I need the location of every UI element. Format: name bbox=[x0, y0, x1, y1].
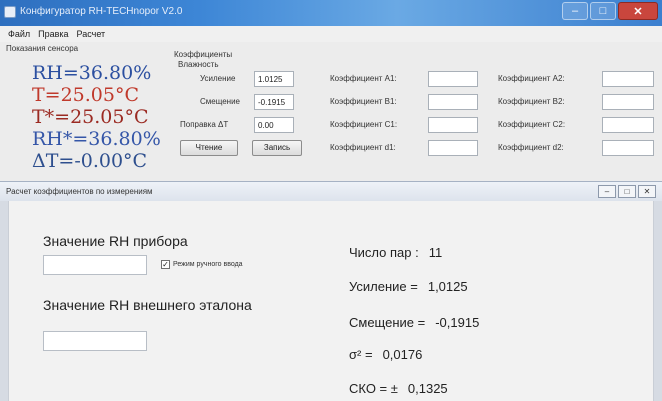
device-rh-label: Значение RH прибора bbox=[43, 233, 188, 249]
c1-field[interactable] bbox=[428, 117, 478, 133]
dt-correction-field[interactable]: 0.00 bbox=[254, 117, 294, 133]
device-rh-input[interactable] bbox=[43, 255, 147, 275]
manual-mode-check-box[interactable]: ✓ bbox=[161, 260, 170, 269]
b1-field[interactable] bbox=[428, 94, 478, 110]
child-close-button[interactable]: ✕ bbox=[638, 185, 656, 198]
d1-label: Коэффициент d1: bbox=[330, 143, 396, 152]
offset-label: Смещение bbox=[200, 97, 241, 106]
sko-result-value: 0,1325 bbox=[407, 381, 448, 396]
a2-label: Коэффициент A2: bbox=[498, 74, 565, 83]
read-button[interactable]: Чтение bbox=[180, 140, 238, 156]
gain-field[interactable]: 1.0125 bbox=[254, 71, 294, 87]
child-window-title: Расчет коэффициентов по измерениям bbox=[6, 187, 153, 196]
manual-mode-label: Режим ручного ввода bbox=[173, 261, 243, 268]
b2-label: Коэффициент B2: bbox=[498, 97, 565, 106]
child-minimize-button[interactable]: – bbox=[598, 185, 616, 198]
offset-field[interactable]: -0.1915 bbox=[254, 94, 294, 110]
gain-result-label: Усиление = bbox=[349, 279, 418, 294]
sko-result: СКО = ± 0,1325 bbox=[349, 381, 448, 396]
offset-result-label: Смещение = bbox=[349, 315, 426, 330]
window-title: Конфигуратор RH-TECHnopor V2.0 bbox=[20, 6, 183, 17]
title-bar: Конфигуратор RH-TECHnopor V2.0 – □ ✕ bbox=[0, 0, 662, 26]
reading-rh-star: RH*=36.80% bbox=[32, 128, 161, 150]
child-window-controls: – □ ✕ bbox=[598, 185, 656, 198]
b1-label: Коэффициент B1: bbox=[330, 97, 397, 106]
sko-result-label: СКО = ± bbox=[349, 381, 398, 396]
sigma-result: σ² = 0,0176 bbox=[349, 347, 422, 362]
pairs-count: Число пар : 11 bbox=[349, 245, 442, 260]
menu-bar: Файл Правка Расчет bbox=[0, 26, 662, 42]
humidity-title: Влажность bbox=[178, 60, 219, 69]
d1-field[interactable] bbox=[428, 140, 478, 156]
a1-field[interactable] bbox=[428, 71, 478, 87]
child-window-body: Значение RH прибора ✓ Режим ручного ввод… bbox=[8, 201, 654, 401]
sensor-group-title: Показания сенсора bbox=[6, 44, 79, 53]
maximize-button[interactable]: □ bbox=[590, 2, 616, 20]
a2-field[interactable] bbox=[602, 71, 654, 87]
minimize-button[interactable]: – bbox=[562, 2, 588, 20]
c1-label: Коэффициент C1: bbox=[330, 120, 398, 129]
a1-label: Коэффициент A1: bbox=[330, 74, 397, 83]
offset-result-value: -0,1915 bbox=[435, 315, 480, 330]
d2-label: Коэффициент d2: bbox=[498, 143, 564, 152]
reading-t: T=25.05°C bbox=[32, 84, 140, 106]
window-controls: – □ ✕ bbox=[562, 2, 658, 20]
c2-field[interactable] bbox=[602, 117, 654, 133]
reading-t-star: T*=25.05°C bbox=[32, 106, 149, 128]
offset-result: Смещение = -0,1915 bbox=[349, 315, 479, 330]
close-button[interactable]: ✕ bbox=[618, 2, 658, 20]
menu-calc[interactable]: Расчет bbox=[77, 29, 106, 39]
gain-label: Усиление bbox=[200, 74, 236, 83]
gain-result-value: 1,0125 bbox=[427, 279, 468, 294]
child-maximize-button[interactable]: □ bbox=[618, 185, 636, 198]
gain-result: Усиление = 1,0125 bbox=[349, 279, 468, 294]
coefficients-title: Коэффициенты bbox=[174, 50, 233, 59]
dt-correction-label: Поправка ΔT bbox=[180, 120, 229, 129]
pairs-label: Число пар : bbox=[349, 245, 419, 260]
external-rh-input[interactable] bbox=[43, 331, 147, 351]
main-area: Показания сенсора RH=36.80% T=25.05°C T*… bbox=[0, 42, 662, 182]
sigma-result-value: 0,0176 bbox=[382, 347, 423, 362]
child-window-title-bar: Расчет коэффициентов по измерениям – □ ✕ bbox=[0, 181, 662, 201]
menu-file[interactable]: Файл bbox=[8, 29, 30, 39]
sigma-result-label: σ² = bbox=[349, 347, 373, 362]
manual-mode-checkbox[interactable]: ✓ Режим ручного ввода bbox=[161, 260, 243, 269]
coefficients-panel: Коэффициенты Влажность Усиление 1.0125 С… bbox=[170, 50, 662, 180]
pairs-value: 11 bbox=[428, 245, 443, 260]
reading-delta-t: ΔT=-0.00°C bbox=[32, 150, 148, 172]
sensor-readings-group: Показания сенсора RH=36.80% T=25.05°C T*… bbox=[6, 44, 166, 180]
app-icon bbox=[4, 6, 16, 18]
menu-edit[interactable]: Правка bbox=[38, 29, 68, 39]
d2-field[interactable] bbox=[602, 140, 654, 156]
c2-label: Коэффициент C2: bbox=[498, 120, 566, 129]
b2-field[interactable] bbox=[602, 94, 654, 110]
write-button[interactable]: Запись bbox=[252, 140, 302, 156]
reading-rh: RH=36.80% bbox=[32, 62, 152, 84]
external-rh-label: Значение RH внешнего эталона bbox=[43, 297, 252, 313]
